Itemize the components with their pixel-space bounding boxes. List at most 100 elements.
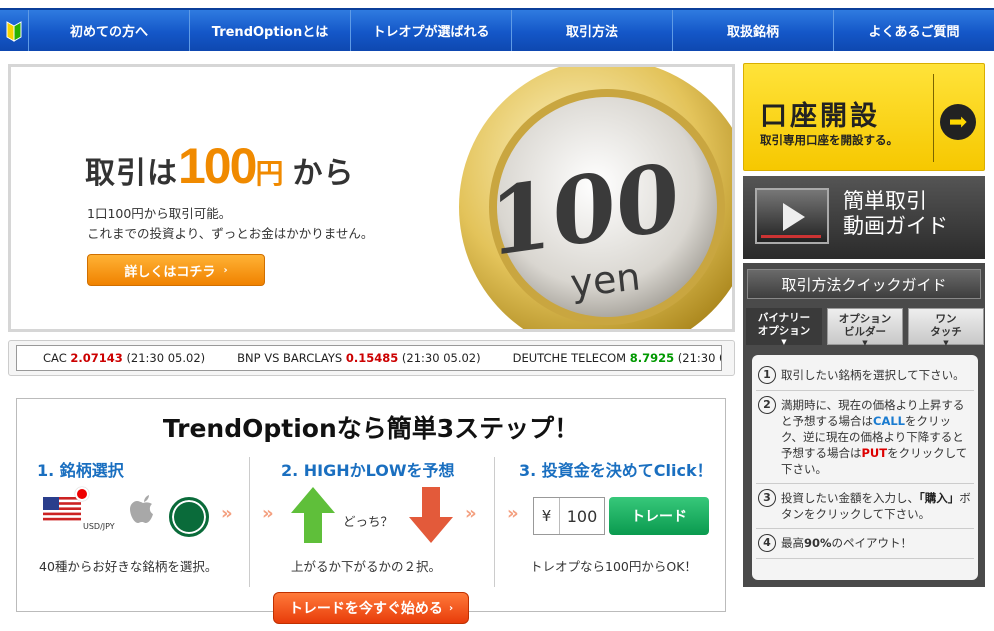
caret-down-icon: ▼ — [943, 339, 949, 347]
jp-flag-icon — [75, 487, 89, 501]
three-steps-panel: TrendOptionなら簡単3ステップ！ 1. 銘柄選択 USD/JPY » … — [16, 398, 726, 612]
video-thumbnail — [755, 188, 829, 244]
amount-value: 100 — [566, 506, 598, 526]
step2-heading: 2. HIGHかLOWを予想 — [281, 461, 455, 480]
step-number: 3 — [758, 489, 776, 507]
coin-illustration: 100 yen — [459, 67, 732, 329]
nav-why-chosen[interactable]: トレオプが選ばれる — [350, 10, 511, 51]
start-trading-button[interactable]: トレードを今すぐ始める › — [273, 592, 469, 624]
step-divider — [494, 457, 495, 587]
tab-label-line1: オプション — [838, 313, 892, 325]
tab-option-builder[interactable]: オプション ビルダー ▼ — [827, 308, 903, 347]
top-strip — [0, 0, 994, 8]
tab-label-line1: ワン — [935, 313, 957, 325]
quick-guide-steps: 1 取引したい銘柄を選択して下さい。 2 満期時に、現在の価格より上昇すると予想… — [752, 355, 978, 580]
pair-label: USD/JPY — [83, 522, 115, 531]
step-number: 4 — [758, 534, 776, 552]
open-account-banner[interactable]: 口座開設 取引専用口座を開設する。 ➡ — [743, 63, 985, 171]
nav-how-to-trade[interactable]: 取引方法 — [511, 10, 672, 51]
tab-label-line1: バイナリー — [757, 312, 811, 324]
tab-binary-option[interactable]: バイナリー オプション ▼ — [746, 308, 822, 346]
tab-label-line2: タッチ — [930, 326, 962, 338]
coin-unit: yen — [568, 254, 642, 305]
open-account-title: 口座開設 — [760, 101, 880, 132]
hero-description: 1口100円から取引可能。 これまでの投資より、ずっとお金はかかりません。 — [87, 204, 373, 244]
beginner-mark-icon — [0, 10, 28, 51]
hero-banner: 取引は100円 から 1口100円から取引可能。 これまでの投資より、ずっとお金は… — [8, 64, 735, 332]
guide-step: 1 取引したい銘柄を選択して下さい。 — [756, 361, 974, 391]
step3-heading: 3. 投資金を決めてClick！ — [519, 461, 713, 480]
divider — [933, 74, 934, 162]
quick-guide-panel: 取引方法クイックガイド バイナリー オプション ▼ オプション ビルダー ▼ ワ… — [743, 263, 985, 587]
ticker-value: 8.7925 — [629, 351, 675, 365]
video-guide-line1: 簡単取引 — [843, 189, 927, 213]
step-text: 最高90%のペイアウト！ — [781, 535, 912, 551]
apple-logo-icon — [127, 493, 159, 535]
ticker-time: (21:30 05.02) — [126, 351, 206, 365]
which-way-label: どっち？ — [343, 514, 394, 529]
ticker-name: CAC — [43, 351, 67, 365]
step-text-a: 最高 — [781, 536, 804, 550]
hero-title-number: 100 — [178, 138, 257, 194]
quick-guide-title: 取引方法クイックガイド — [747, 269, 981, 299]
chevron-right-icon: › — [448, 602, 454, 614]
tab-label-line2: ビルダー — [844, 326, 886, 338]
step-number: 2 — [758, 396, 776, 414]
ticker-container: CAC 2.07143 (21:30 05.02) BNP VS BARCLAY… — [8, 340, 735, 376]
nav-about[interactable]: TrendOptionとは — [189, 10, 350, 51]
steps-title: TrendOptionなら簡単3ステップ！ — [162, 414, 580, 443]
ticker-value: 2.07143 — [70, 351, 123, 365]
step-text-b: のペイアウト！ — [831, 536, 913, 550]
nav-beginners[interactable]: 初めての方へ — [28, 10, 189, 51]
call-label: CALL — [873, 414, 905, 428]
step2-caption: 上がるか下がるかの２択。 — [291, 559, 442, 574]
ticker-name: DEUTCHE TELECOM — [512, 351, 627, 365]
ticker-time: (21:30 05.02) — [677, 351, 721, 365]
step-text: 投資したい金額を入力し、「購入」ボタンをクリックして下さい。 — [781, 490, 972, 522]
tab-label-line2: オプション — [757, 325, 811, 337]
step-number: 1 — [758, 366, 776, 384]
hero-title-pre: 取引は — [85, 156, 178, 191]
ticker-item[interactable]: CAC 2.07143 (21:30 05.02) — [43, 351, 205, 365]
video-guide-banner[interactable]: 簡単取引 動画ガイド — [743, 176, 985, 259]
payout-percent: 90% — [804, 536, 832, 550]
video-guide-label: 簡単取引 動画ガイド — [843, 189, 948, 239]
yen-sign: ¥ — [534, 498, 560, 534]
guide-step: 3 投資したい金額を入力し、「購入」ボタンをクリックして下さい。 — [756, 484, 974, 529]
hero-title-post: から — [292, 156, 355, 191]
start-trading-label: トレードを今すぐ始める — [288, 601, 443, 617]
ticker-item[interactable]: BNP VS BARCLAYS 0.15485 (21:30 05.02) — [237, 351, 480, 365]
hero-desc-line1: 1口100円から取引可能。 — [87, 206, 232, 221]
chevron-double-icon: » — [221, 503, 233, 524]
step-divider — [249, 457, 250, 587]
ticker-name: BNP VS BARCLAYS — [237, 351, 343, 365]
guide-step: 2 満期時に、現在の価格より上昇すると予想する場合はCALLをクリック、逆に現在… — [756, 391, 974, 484]
chevron-right-icon: › — [223, 264, 228, 276]
starbucks-logo-icon — [169, 497, 209, 537]
nav-instruments[interactable]: 取扱銘柄 — [672, 10, 833, 51]
hero-desc-line2: これまでの投資より、ずっとお金はかかりません。 — [87, 226, 374, 241]
arrow-up-icon — [291, 487, 335, 547]
trade-button[interactable]: トレード — [609, 497, 709, 535]
price-ticker: CAC 2.07143 (21:30 05.02) BNP VS BARCLAY… — [16, 345, 722, 371]
arrow-down-icon — [409, 487, 453, 547]
caret-down-icon: ▼ — [862, 339, 868, 347]
buy-label: 「購入」 — [919, 491, 960, 505]
details-button[interactable]: 詳しくはコチラ › — [87, 254, 265, 286]
put-label: PUT — [861, 446, 888, 460]
chevron-double-icon: » — [507, 503, 519, 524]
arrow-right-icon: ➡ — [940, 104, 976, 140]
caret-down-icon: ▼ — [781, 338, 787, 346]
chevron-double-icon: » — [465, 503, 477, 524]
ticker-item[interactable]: DEUTCHE TELECOM 8.7925 (21:30 05.02) — [512, 351, 721, 365]
amount-input[interactable]: ¥ 100 — [533, 497, 605, 535]
guide-step: 4 最高90%のペイアウト！ — [756, 529, 974, 559]
video-guide-line2: 動画ガイド — [843, 214, 948, 238]
ticker-time: (21:30 05.02) — [401, 351, 481, 365]
nav-faq[interactable]: よくあるご質問 — [833, 10, 994, 51]
ticker-value: 0.15485 — [345, 351, 399, 365]
us-flag-icon — [43, 497, 81, 525]
step-text: 満期時に、現在の価格より上昇すると予想する場合はCALLをクリック、逆に現在の価… — [781, 397, 972, 477]
step3-caption: トレオプなら100円からOK！ — [530, 559, 697, 574]
tab-one-touch[interactable]: ワン タッチ ▼ — [908, 308, 984, 347]
